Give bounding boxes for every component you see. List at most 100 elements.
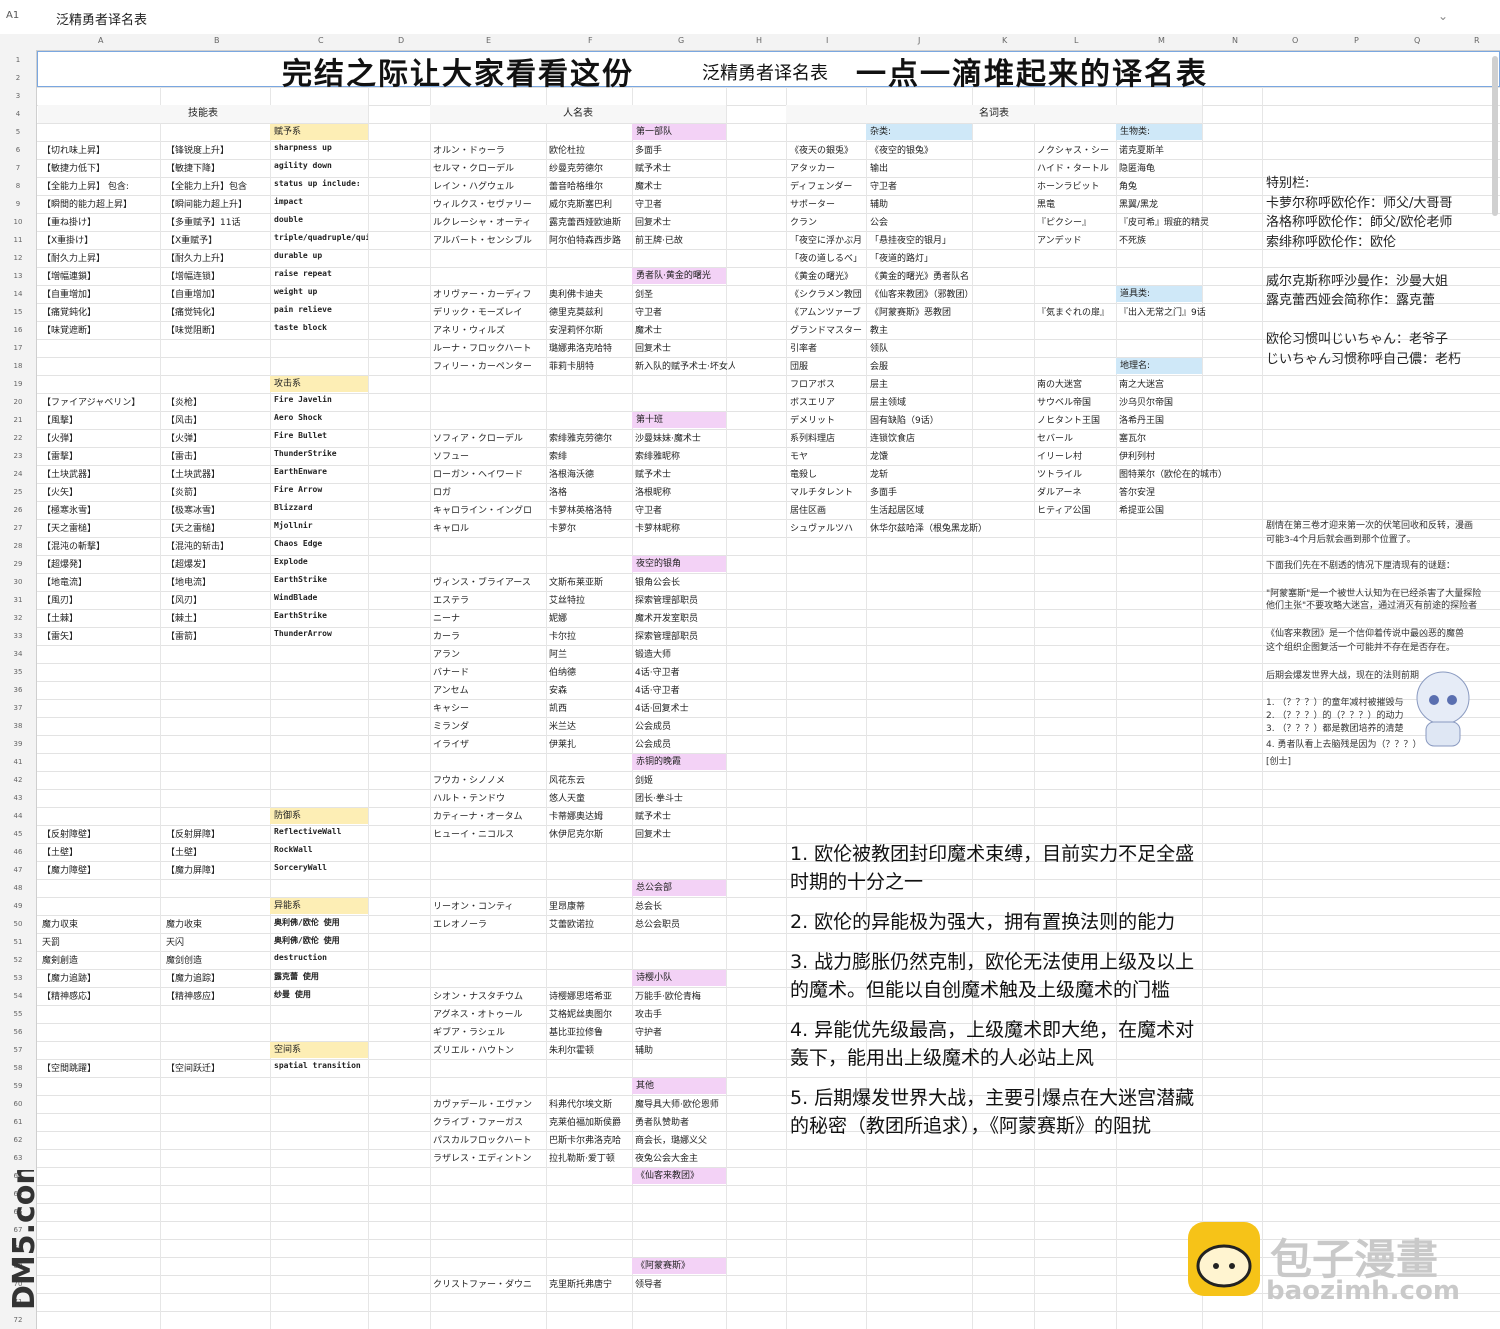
term-cn[interactable]: 《仙客来教团》（邪教团） bbox=[870, 287, 1030, 300]
row-header[interactable]: 18 bbox=[0, 362, 36, 370]
name-jp[interactable]: キャロル bbox=[433, 521, 545, 534]
name-jp[interactable]: ロガ bbox=[433, 485, 545, 498]
term-cn[interactable]: 领队 bbox=[870, 341, 1030, 354]
term-cn[interactable]: 沙乌贝尔帝国 bbox=[1119, 395, 1259, 408]
row-header[interactable]: 17 bbox=[0, 344, 36, 352]
name-role[interactable]: 索绯雅昵称 bbox=[635, 449, 735, 462]
skill-jp[interactable]: 【雷撃】 bbox=[42, 449, 158, 462]
skill-jp[interactable]: 魔力収束 bbox=[42, 917, 158, 930]
skill-jp[interactable]: 【耐久力上昇】 bbox=[42, 251, 158, 264]
row-header[interactable]: 52 bbox=[0, 956, 36, 964]
name-cn[interactable]: 阿兰 bbox=[549, 647, 631, 660]
skill-en[interactable]: Fire Javelin bbox=[274, 395, 368, 404]
name-role[interactable]: 公会成员 bbox=[635, 737, 735, 750]
name-jp[interactable]: ヒューイ・ニコルス bbox=[433, 827, 545, 840]
term-jp[interactable]: マルチタレント bbox=[790, 485, 866, 498]
term-jp[interactable]: アンデッド bbox=[1037, 233, 1115, 246]
term-cn[interactable]: 教主 bbox=[870, 323, 1030, 336]
name-jp[interactable]: ウィルクス・セヴァリー bbox=[433, 197, 545, 210]
skill-en[interactable]: 露克蕾 使用 bbox=[274, 971, 368, 982]
skill-cn[interactable]: 【空间跃迁】 bbox=[166, 1061, 268, 1074]
term-jp[interactable]: 『気まぐれの扉』 bbox=[1037, 305, 1115, 318]
skill-en[interactable]: pain relieve bbox=[274, 305, 368, 314]
skill-jp[interactable]: 【魔力障壁】 bbox=[42, 863, 158, 876]
row-header[interactable]: 49 bbox=[0, 902, 36, 910]
skill-jp[interactable]: 【X重掛け】 bbox=[42, 233, 158, 246]
term-cn[interactable]: 休华尔兹哈泽（根兔黑龙斯） bbox=[870, 521, 1030, 534]
skill-cn[interactable]: 【地电流】 bbox=[166, 575, 268, 588]
row-header[interactable]: 50 bbox=[0, 920, 36, 928]
column-header[interactable]: E bbox=[486, 36, 491, 45]
row-header[interactable]: 24 bbox=[0, 470, 36, 478]
term-cn[interactable]: 伊利列村 bbox=[1119, 449, 1259, 462]
term-jp[interactable]: シュヴァルツハ bbox=[790, 521, 866, 534]
row-header[interactable]: 2 bbox=[0, 74, 36, 82]
name-role[interactable]: 探索管理部职员 bbox=[635, 629, 735, 642]
row-header[interactable]: 26 bbox=[0, 506, 36, 514]
skill-en[interactable]: RockWall bbox=[274, 845, 368, 854]
group-sect[interactable]: 《仙客来教团》 bbox=[632, 1168, 726, 1184]
skill-cn[interactable]: 【增幅连锁】 bbox=[166, 269, 268, 282]
group-creature[interactable]: 生物类: bbox=[1116, 124, 1202, 140]
row-header[interactable]: 7 bbox=[0, 164, 36, 172]
skill-cn[interactable]: 【自重增加】 bbox=[166, 287, 268, 300]
term-jp[interactable]: 《夜天の銀兎》 bbox=[790, 143, 866, 156]
skill-cn[interactable]: 魔力收束 bbox=[166, 917, 268, 930]
name-cn[interactable]: 安涅莉怀尔斯 bbox=[549, 323, 631, 336]
row-header[interactable]: 60 bbox=[0, 1100, 36, 1108]
term-jp[interactable]: ダルアーネ bbox=[1037, 485, 1115, 498]
term-cn[interactable]: 洛希丹王国 bbox=[1119, 413, 1259, 426]
term-jp[interactable]: サウベル帝国 bbox=[1037, 395, 1115, 408]
name-cn[interactable]: 诗樱娜思塔希亚 bbox=[549, 989, 631, 1002]
skill-cn[interactable]: 【X重赋予】 bbox=[166, 233, 268, 246]
skill-en[interactable]: 纱曼 使用 bbox=[274, 989, 368, 1000]
term-cn[interactable]: 诺克夏斯羊 bbox=[1119, 143, 1259, 156]
row-header[interactable]: 63 bbox=[0, 1154, 36, 1162]
row-header[interactable]: 23 bbox=[0, 452, 36, 460]
name-jp[interactable]: ズリエル・ハウトン bbox=[433, 1043, 545, 1056]
name-jp[interactable]: ヴィンス・ブライアース bbox=[433, 575, 545, 588]
row-header[interactable]: 21 bbox=[0, 416, 36, 424]
name-role[interactable]: 赋予术士 bbox=[635, 161, 735, 174]
group-red[interactable]: 赤铜的晚霞 bbox=[632, 754, 726, 770]
skill-en[interactable]: Fire Bullet bbox=[274, 431, 368, 440]
term-jp[interactable]: デメリット bbox=[790, 413, 866, 426]
skill-cn[interactable]: 【全能力上升】包含 bbox=[166, 179, 268, 192]
name-cn[interactable]: 里昂康蒂 bbox=[549, 899, 631, 912]
name-jp[interactable]: カヴァデール・エヴァン bbox=[433, 1097, 545, 1110]
name-role[interactable]: 万能手·欧伦青梅 bbox=[635, 989, 735, 1002]
skill-jp[interactable]: 【地竜流】 bbox=[42, 575, 158, 588]
skill-jp[interactable]: 【極寒氷雪】 bbox=[42, 503, 158, 516]
skill-cn[interactable]: 【反射屏障】 bbox=[166, 827, 268, 840]
skill-cn[interactable]: 【味觉阻断】 bbox=[166, 323, 268, 336]
name-jp[interactable]: キャシー bbox=[433, 701, 545, 714]
name-jp[interactable]: パスカルフロックハート bbox=[433, 1133, 545, 1146]
skill-jp[interactable]: 【切れ味上昇】 bbox=[42, 143, 158, 156]
name-cn[interactable]: 蕾音哈格维尔 bbox=[549, 179, 631, 192]
group-part1[interactable]: 第一部队 bbox=[632, 124, 726, 140]
group-item[interactable]: 道具类: bbox=[1116, 286, 1202, 302]
term-cn[interactable]: 南之大迷宫 bbox=[1119, 377, 1259, 390]
name-role[interactable]: 辅助 bbox=[635, 1043, 735, 1056]
group-hq[interactable]: 总公会部 bbox=[632, 880, 726, 896]
skill-jp[interactable]: 天罰 bbox=[42, 935, 158, 948]
skill-jp[interactable]: 【魔力追跡】 bbox=[42, 971, 158, 984]
column-header[interactable]: O bbox=[1292, 36, 1298, 45]
row-header[interactable]: 11 bbox=[0, 236, 36, 244]
row-header[interactable]: 36 bbox=[0, 686, 36, 694]
skill-en[interactable]: 奥利佛/欧伦 使用 bbox=[274, 935, 368, 946]
name-jp[interactable]: リーオン・コンティ bbox=[433, 899, 545, 912]
row-header[interactable]: 14 bbox=[0, 290, 36, 298]
skill-en[interactable]: triple/quadruple/quintuple bbox=[274, 233, 368, 242]
skill-cn[interactable]: 【风击】 bbox=[166, 413, 268, 426]
name-role[interactable]: 魔术士 bbox=[635, 323, 735, 336]
term-cn[interactable]: 隐匿海龟 bbox=[1119, 161, 1259, 174]
skill-jp[interactable]: 【自重増加】 bbox=[42, 287, 158, 300]
skill-cn[interactable]: 【雷击】 bbox=[166, 449, 268, 462]
name-role[interactable]: 团长·拳斗士 bbox=[635, 791, 735, 804]
row-header[interactable]: 5 bbox=[0, 128, 36, 136]
name-jp[interactable]: オリヴァー・カーディフ bbox=[433, 287, 545, 300]
name-jp[interactable]: フィリー・カーペンター bbox=[433, 359, 545, 372]
term-jp[interactable]: 《黄金の曙光》 bbox=[790, 269, 866, 282]
row-header[interactable]: 22 bbox=[0, 434, 36, 442]
